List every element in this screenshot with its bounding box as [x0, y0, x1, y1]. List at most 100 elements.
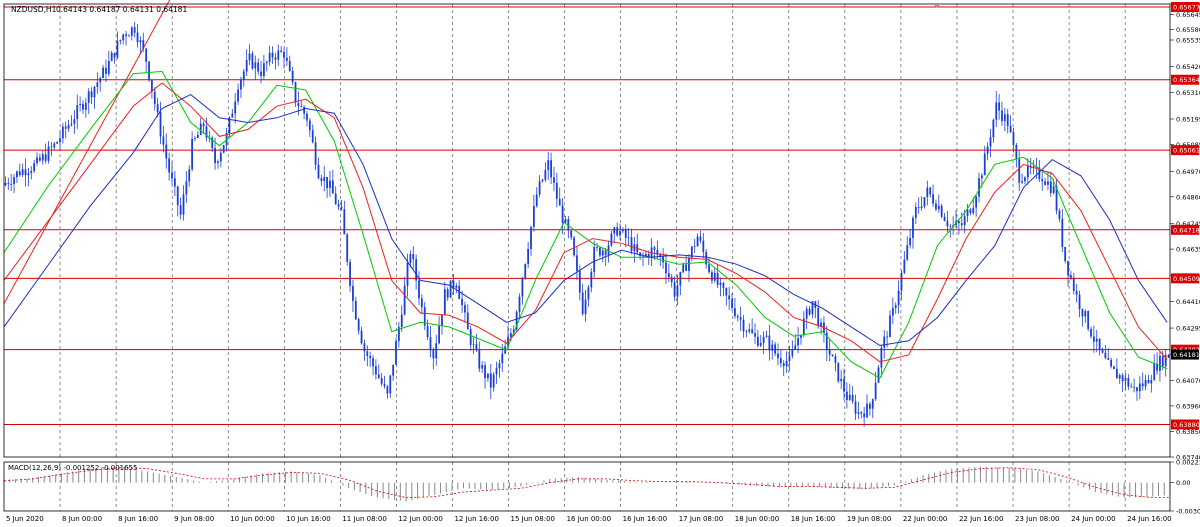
- candle-body: [194, 138, 196, 139]
- candle-body: [739, 317, 742, 320]
- candle-body: [940, 205, 943, 217]
- candle-body: [538, 181, 541, 195]
- candle-body: [185, 181, 188, 195]
- candle-body: [860, 412, 863, 414]
- candle-body: [159, 112, 162, 137]
- candle-body: [61, 126, 64, 139]
- candle-body: [599, 247, 601, 256]
- candle-body: [935, 203, 937, 210]
- candle-body: [67, 125, 70, 129]
- candle-body: [883, 336, 886, 348]
- y-tick-label: 0.65535: [1176, 37, 1200, 45]
- candle-body: [662, 256, 665, 263]
- candle-body: [1113, 366, 1115, 369]
- macd-label: MACD(12,26,9) -0.001252 -0.001655: [8, 464, 137, 472]
- price-chart[interactable]: MACD(12,26,9) -0.001252 -0.001655 5 Jun …: [0, 0, 1200, 527]
- candle-body: [1101, 349, 1104, 353]
- candle-body: [412, 254, 415, 260]
- candle-body: [871, 399, 874, 409]
- candle-body: [630, 237, 633, 252]
- candle-body: [521, 278, 524, 297]
- x-tick-label: 12 Jun 16:00: [454, 515, 498, 523]
- candle-body: [406, 262, 409, 286]
- candle-body: [237, 89, 239, 102]
- candle-body: [464, 305, 466, 313]
- candle-body: [734, 308, 736, 317]
- candle-body: [395, 341, 397, 365]
- candle-body: [1141, 383, 1144, 387]
- candle-body: [1138, 383, 1141, 392]
- candle-body: [337, 204, 340, 207]
- candle-body: [1087, 311, 1090, 329]
- candle-body: [449, 280, 452, 298]
- candle-body: [817, 307, 820, 327]
- candle-body: [199, 123, 202, 135]
- candle-body: [33, 163, 36, 171]
- candle-body: [1075, 290, 1078, 295]
- macd-y-tick-label: -0.00303: [1176, 508, 1200, 516]
- macd-y-tick-label: 0.00: [1176, 479, 1190, 487]
- candle-body: [303, 106, 306, 114]
- chart-window: MACD(12,26,9) -0.001252 -0.001655 5 Jun …: [0, 0, 1200, 527]
- candle-body: [561, 205, 564, 223]
- candle-body: [478, 349, 481, 369]
- candle-body: [1044, 181, 1046, 185]
- candle-body: [41, 154, 44, 161]
- candle-body: [868, 403, 871, 409]
- symbol-title: NZDUSD,H1: [11, 5, 57, 14]
- candle-body: [837, 362, 840, 382]
- x-tick-label: 17 Jun 08:00: [679, 515, 723, 523]
- candle-body: [607, 245, 610, 255]
- candle-body: [986, 146, 989, 154]
- candle-body: [240, 79, 242, 90]
- candle-body: [998, 102, 1001, 111]
- level-label: 0.65364: [1173, 76, 1200, 84]
- candle-body: [314, 142, 317, 165]
- candle-body: [610, 233, 613, 246]
- candle-body: [110, 52, 113, 62]
- candle-body: [320, 178, 323, 182]
- candle-body: [366, 351, 369, 356]
- candle-body: [820, 322, 822, 327]
- candle-body: [16, 171, 18, 178]
- candle-body: [1009, 125, 1012, 132]
- candle-body: [711, 272, 713, 281]
- candle-body: [13, 177, 15, 185]
- candle-body: [44, 154, 47, 161]
- candle-body: [897, 290, 900, 306]
- candle-body: [530, 226, 532, 249]
- candle-body: [27, 173, 30, 176]
- candle-body: [1070, 275, 1072, 278]
- candle-body: [754, 333, 756, 337]
- candle-body: [489, 373, 492, 388]
- candle-body: [469, 329, 472, 345]
- candle-body: [38, 157, 41, 161]
- candle-body: [136, 32, 139, 43]
- candle-body: [846, 391, 848, 400]
- candle-body: [329, 180, 331, 189]
- candle-body: [696, 236, 699, 247]
- candle-body: [349, 261, 351, 287]
- candle-body: [222, 145, 225, 153]
- candle-body: [903, 259, 906, 273]
- candle-body: [975, 196, 978, 208]
- candle-body: [518, 296, 521, 312]
- candle-body: [64, 126, 67, 129]
- candle-body: [1052, 186, 1055, 194]
- candle-body: [148, 61, 150, 81]
- candle-body: [544, 169, 547, 180]
- y-tick-label: 0.65195: [1176, 115, 1200, 123]
- candle-body: [168, 158, 171, 173]
- candle-body: [774, 344, 777, 354]
- candle-body: [980, 175, 983, 179]
- candle-body: [593, 246, 596, 272]
- candle-body: [736, 316, 739, 318]
- candle-body: [196, 134, 199, 139]
- candle-body: [409, 254, 412, 263]
- candle-body: [415, 259, 418, 281]
- candle-body: [673, 282, 676, 297]
- candle-body: [79, 103, 82, 106]
- candle-body: [263, 63, 265, 77]
- candle-body: [653, 247, 656, 250]
- y-tick-label: 0.65310: [1176, 89, 1200, 97]
